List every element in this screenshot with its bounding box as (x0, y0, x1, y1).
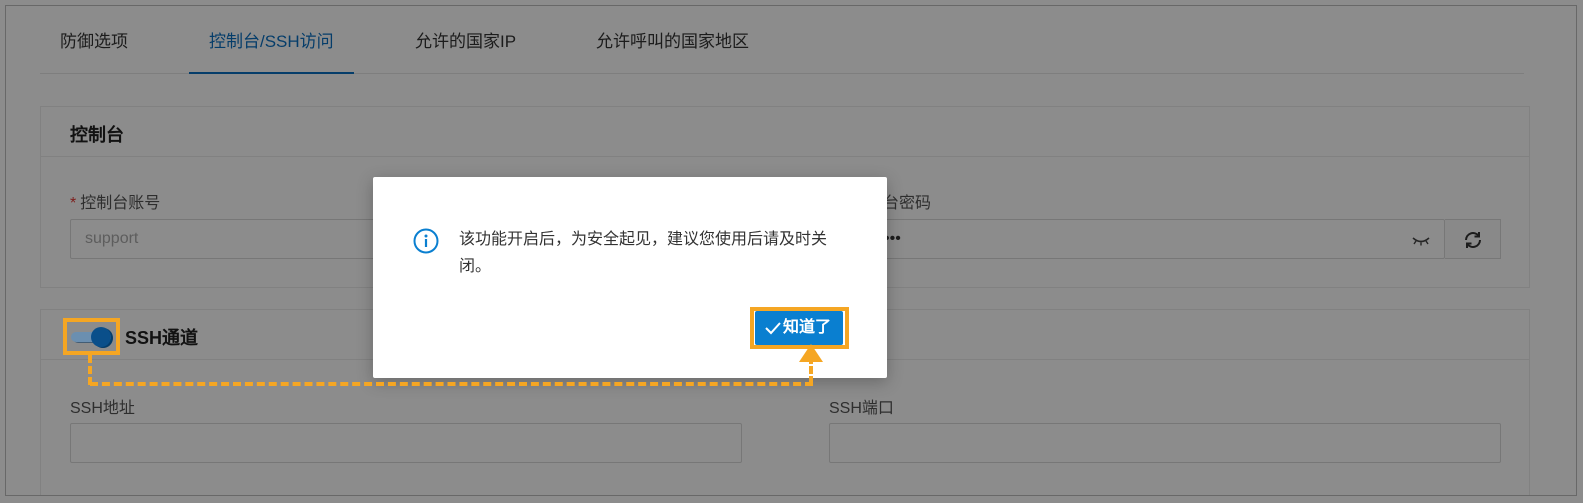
connector-line-horizontal (90, 382, 813, 386)
highlight-box-button (750, 307, 849, 349)
highlighted-switch-knob (91, 327, 111, 347)
arrow-up-icon (799, 344, 823, 362)
dialog-message: 该功能开启后，为安全起见，建议您使用后请及时关闭。 (459, 231, 828, 275)
info-icon (413, 228, 439, 254)
highlight-box-switch (63, 318, 120, 355)
connector-line-left (88, 355, 92, 385)
highlighted-switch (71, 327, 111, 347)
